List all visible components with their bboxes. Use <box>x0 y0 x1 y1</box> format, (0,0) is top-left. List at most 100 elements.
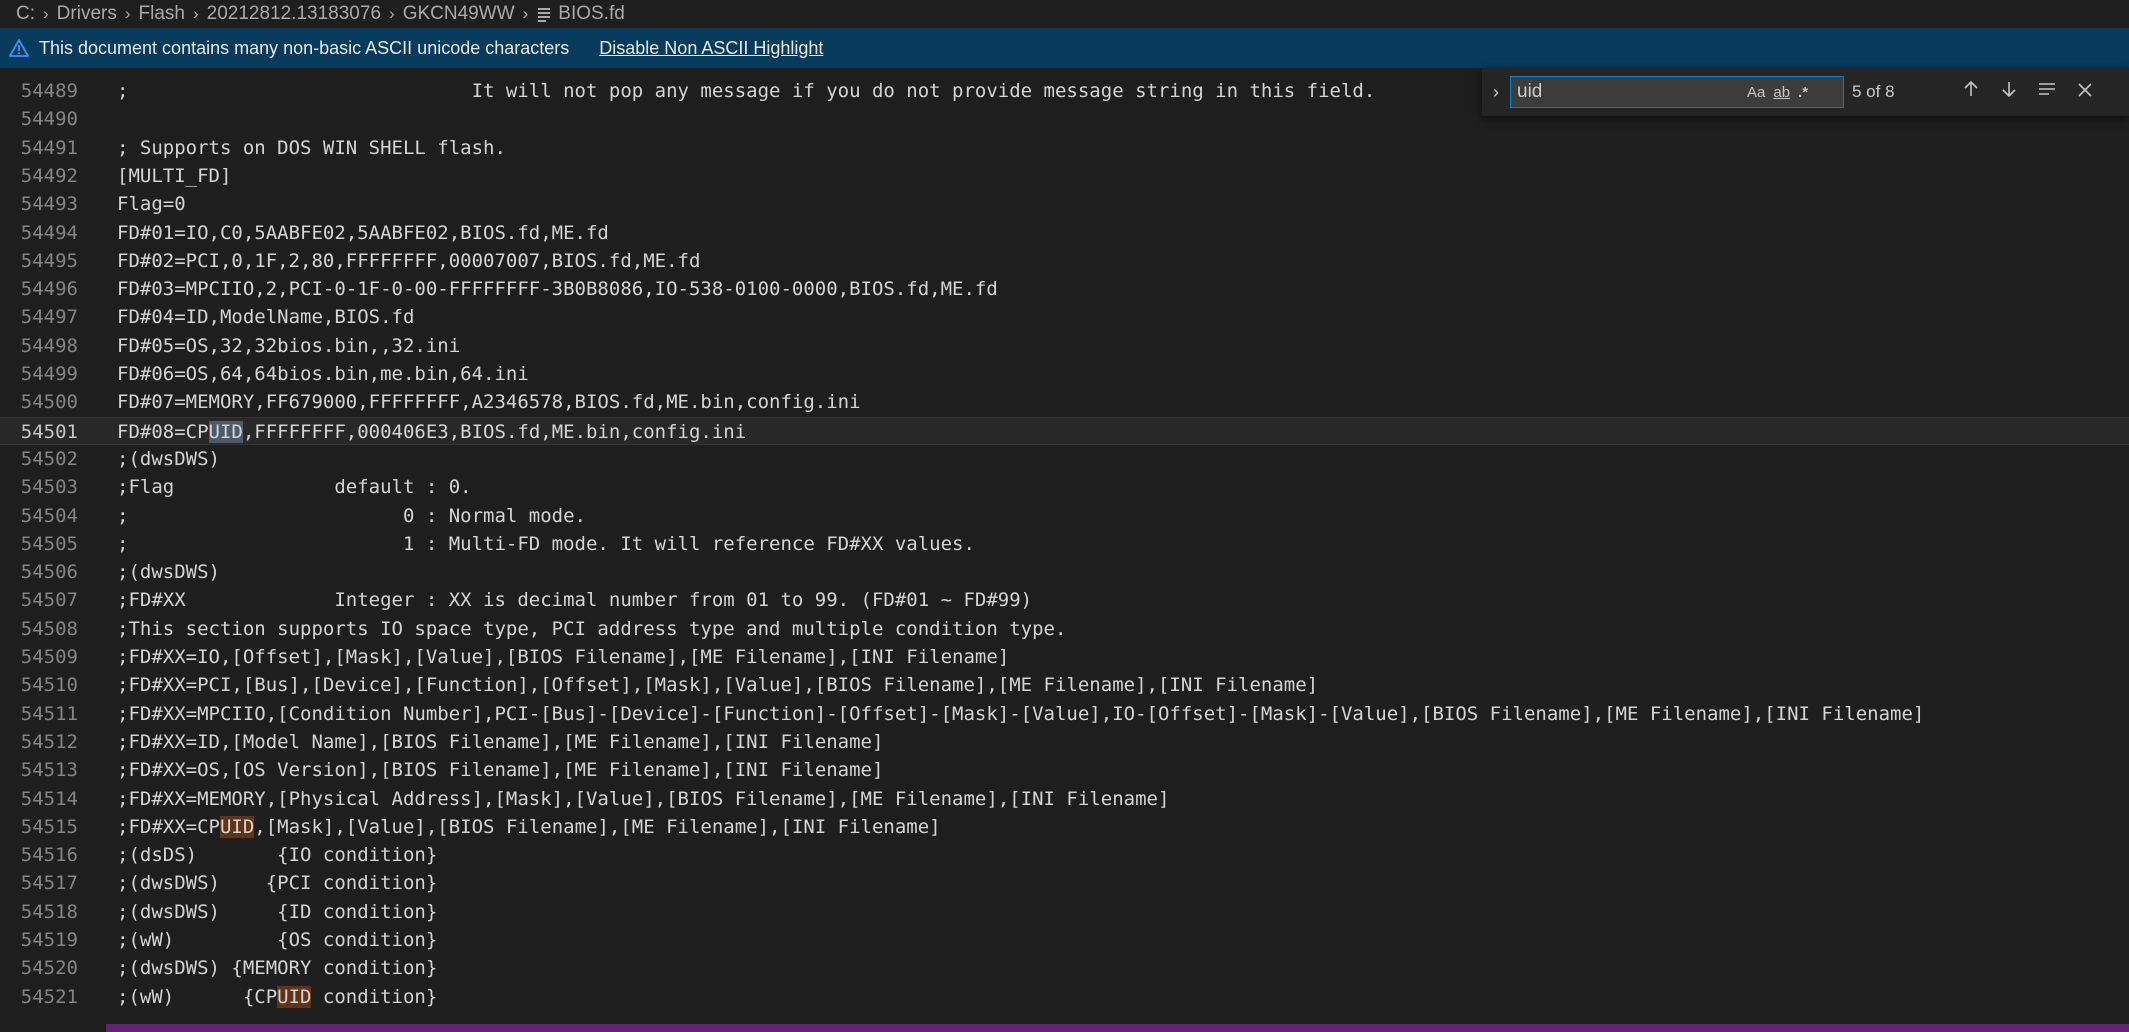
close-icon[interactable] <box>2066 81 2104 104</box>
code-segment: FD#04=ID,ModelName,BIOS.fd <box>117 306 415 329</box>
code-line[interactable]: 54517 ;(dwsDWS) {PCI condition} <box>0 869 2129 897</box>
line-text[interactable]: ;(dwsDWS) <box>117 445 220 473</box>
code-line[interactable]: 54515 ;FD#XX=CPUID,[Mask],[Value],[BIOS F… <box>0 813 2129 841</box>
line-number: 54489 <box>20 80 78 102</box>
code-line[interactable]: 54508 ;This section supports IO space typ… <box>0 615 2129 643</box>
line-text[interactable]: ; It will not pop any message if you do … <box>117 77 1375 105</box>
code-segment: ; 0 : Normal mode. <box>117 504 586 527</box>
line-number: 54497 <box>20 306 78 329</box>
line-text[interactable]: ;(wW) {OS condition} <box>117 926 437 954</box>
code-line[interactable]: 54507 ;FD#XX Integer : XX is decimal numb… <box>0 586 2129 614</box>
code-editor[interactable]: 54489 ; It will not pop any message if yo… <box>0 68 2129 1024</box>
arrow-down-icon[interactable] <box>1990 80 2028 104</box>
breadcrumb-folder-date[interactable]: 20212812.13183076 <box>207 3 381 25</box>
code-segment: ;(wW) {OS condition} <box>117 929 438 951</box>
code-segment: [MULTI_FD] <box>117 164 232 187</box>
regex-toggle[interactable]: .* <box>1798 84 1808 101</box>
code-line[interactable]: 54497 FD#04=ID,ModelName,BIOS.fd <box>0 303 2129 331</box>
arrow-up-icon[interactable] <box>1952 80 1990 104</box>
code-segment: ;FD#XX=MEMORY,[Physical Address],[Mask],… <box>117 787 1170 810</box>
code-segment: ,FFFFFFFF,000406E3,BIOS.fd,ME.bin,config… <box>242 420 747 443</box>
code-line[interactable]: 54514 ;FD#XX=MEMORY,[Physical Address],[M… <box>0 785 2129 813</box>
code-segment: ; Supports on DOS WIN SHELL flash. <box>117 136 506 159</box>
line-text[interactable]: ; 0 : Normal mode. <box>117 502 586 530</box>
code-line[interactable]: 54512 ;FD#XX=ID,[Model Name],[BIOS Filena… <box>0 728 2129 756</box>
code-line[interactable]: 54504 ; 0 : Normal mode. <box>0 502 2129 530</box>
code-line[interactable]: 54498 FD#05=OS,32,32bios.bin,,32.ini <box>0 332 2129 360</box>
list-selection-icon[interactable] <box>2028 80 2066 104</box>
chevron-right-icon: › <box>522 4 529 23</box>
line-text[interactable]: [MULTI_FD] <box>117 162 231 190</box>
line-text[interactable]: ;(dsDS) {IO condition} <box>117 841 437 869</box>
line-text[interactable]: FD#04=ID,ModelName,BIOS.fd <box>117 303 414 331</box>
line-text[interactable]: ; 1 : Multi-FD mode. It will reference F… <box>117 530 975 558</box>
line-text[interactable]: ;(dwsDWS) {PCI condition} <box>117 869 437 897</box>
line-text[interactable]: Flag=0 <box>117 190 186 218</box>
line-number: 54508 <box>20 617 78 640</box>
breadcrumb-folder-model[interactable]: GKCN49WW <box>403 3 515 25</box>
file-text-icon <box>538 7 551 22</box>
code-line[interactable]: 54516 ;(dsDS) {IO condition} <box>0 841 2129 869</box>
line-text[interactable]: FD#08=CPUID,FFFFFFFF,000406E3,BIOS.fd,ME… <box>117 418 746 446</box>
line-text[interactable]: ;FD#XX Integer : XX is decimal number fr… <box>117 586 1032 614</box>
line-text[interactable]: ;FD#XX=PCI,[Bus],[Device],[Function],[Of… <box>117 671 1318 699</box>
line-text[interactable]: ;This section supports IO space type, PC… <box>117 615 1066 643</box>
chevron-right-icon[interactable]: › <box>1482 82 1510 103</box>
breadcrumb-folder-flash[interactable]: Flash <box>139 3 185 25</box>
code-line[interactable]: 54499 FD#06=OS,64,64bios.bin,me.bin,64.in… <box>0 360 2129 388</box>
line-text[interactable]: FD#05=OS,32,32bios.bin,,32.ini <box>117 332 460 360</box>
find-input[interactable] <box>1511 80 1739 104</box>
line-text[interactable]: FD#06=OS,64,64bios.bin,me.bin,64.ini <box>117 360 529 388</box>
line-text[interactable]: ;FD#XX=IO,[Offset],[Mask],[Value],[BIOS … <box>117 643 1009 671</box>
whole-word-toggle[interactable]: ab <box>1773 84 1790 101</box>
code-line[interactable]: 54493 Flag=0 <box>0 190 2129 218</box>
code-line[interactable]: 54506 ;(dwsDWS) <box>0 558 2129 586</box>
line-text[interactable]: ;(wW) {CPUID condition} <box>117 983 437 1011</box>
line-text[interactable]: ;FD#XX=ID,[Model Name],[BIOS Filename],[… <box>117 728 883 756</box>
code-line[interactable]: 54502 ;(dwsDWS) <box>0 445 2129 473</box>
code-line[interactable]: 54491 ; Supports on DOS WIN SHELL flash. <box>0 134 2129 162</box>
chevron-right-icon: › <box>389 4 395 23</box>
line-text[interactable]: ;FD#XX=OS,[OS Version],[BIOS Filename],[… <box>117 756 883 784</box>
banner-message: This document contains many non-basic AS… <box>39 37 570 58</box>
code-segment: ;(dwsDWS) {ID condition} <box>117 900 438 923</box>
line-text[interactable]: ;(dwsDWS) {MEMORY condition} <box>117 954 437 982</box>
code-line[interactable]: 54501 FD#08=CPUID,FFFFFFFF,000406E3,BIOS.… <box>0 416 2129 446</box>
line-text[interactable]: FD#01=IO,C0,5AABFE02,5AABFE02,BIOS.fd,ME… <box>117 219 609 247</box>
line-text[interactable]: FD#03=MPCIIO,2,PCI-0-1F-0-00-FFFFFFFF-3B… <box>117 275 998 303</box>
line-text[interactable]: ;FD#XX=CPUID,[Mask],[Value],[BIOS Filena… <box>117 813 941 841</box>
code-segment: ;(dwsDWS) {MEMORY condition} <box>117 957 438 980</box>
disable-highlight-link[interactable]: Disable Non ASCII Highlight <box>599 38 823 59</box>
line-text[interactable]: ;(dwsDWS) {ID condition} <box>117 898 437 926</box>
code-line[interactable]: 54492 [MULTI_FD] <box>0 162 2129 190</box>
match-case-toggle[interactable]: Aa <box>1747 84 1765 101</box>
code-line[interactable]: 54503 ;Flag default : 0. <box>0 473 2129 501</box>
breadcrumb-drive[interactable]: C: <box>16 3 35 25</box>
line-text[interactable]: FD#07=MEMORY,FF679000,FFFFFFFF,A2346578,… <box>117 388 861 416</box>
code-segment: ;(dsDS) {IO condition} <box>117 844 438 867</box>
line-text[interactable]: ;FD#XX=MPCIIO,[Condition Number],PCI-[Bu… <box>117 700 1924 728</box>
breadcrumb-file[interactable]: BIOS.fd <box>558 3 625 25</box>
breadcrumb-folder-drivers[interactable]: Drivers <box>57 3 117 25</box>
code-line[interactable]: 54513 ;FD#XX=OS,[OS Version],[BIOS Filena… <box>0 756 2129 784</box>
code-line[interactable]: 54510 ;FD#XX=PCI,[Bus],[Device],[Function… <box>0 671 2129 699</box>
line-text[interactable]: ; Supports on DOS WIN SHELL flash. <box>117 134 506 162</box>
code-line[interactable]: 54509 ;FD#XX=IO,[Offset],[Mask],[Value],[… <box>0 643 2129 671</box>
match-count: 5 of 8 <box>1852 82 1895 101</box>
line-number: 54510 <box>20 674 78 697</box>
line-text[interactable]: FD#02=PCI,0,1F,2,80,FFFFFFFF,00007007,BI… <box>117 247 700 275</box>
code-line[interactable]: 54495 FD#02=PCI,0,1F,2,80,FFFFFFFF,000070… <box>0 247 2129 275</box>
code-line[interactable]: 54519 ;(wW) {OS condition} <box>0 926 2129 954</box>
find-widget: › Aa ab .* 5 of 8 <box>1482 68 2129 116</box>
code-line[interactable]: 54505 ; 1 : Multi-FD mode. It will refere… <box>0 530 2129 558</box>
code-line[interactable]: 54494 FD#01=IO,C0,5AABFE02,5AABFE02,BIOS.… <box>0 219 2129 247</box>
code-line[interactable]: 54496 FD#03=MPCIIO,2,PCI-0-1F-0-00-FFFFFF… <box>0 275 2129 303</box>
code-line[interactable]: 54518 ;(dwsDWS) {ID condition} <box>0 898 2129 926</box>
line-text[interactable]: ;FD#XX=MEMORY,[Physical Address],[Mask],… <box>117 785 1169 813</box>
line-text[interactable]: ;Flag default : 0. <box>117 473 472 501</box>
code-line[interactable]: 54521 ;(wW) {CPUID condition} <box>0 983 2129 1011</box>
code-line[interactable]: 54511 ;FD#XX=MPCIIO,[Condition Number],PC… <box>0 700 2129 728</box>
line-text[interactable]: ;(dwsDWS) <box>117 558 220 586</box>
code-line[interactable]: 54500 FD#07=MEMORY,FF679000,FFFFFFFF,A234… <box>0 388 2129 416</box>
code-line[interactable]: 54520 ;(dwsDWS) {MEMORY condition} <box>0 954 2129 982</box>
